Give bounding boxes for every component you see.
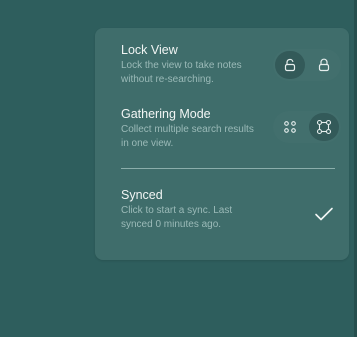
sync-row[interactable]: Synced Click to start a sync. Last synce…	[121, 188, 343, 232]
lock-view-toggle[interactable]	[273, 49, 341, 81]
gathering-mode-toggle[interactable]	[273, 111, 341, 143]
unlocked-icon	[284, 58, 296, 72]
synced-description: Click to start a sync. Last synced 0 min…	[121, 205, 233, 230]
divider	[121, 168, 335, 169]
synced-title: Synced	[121, 188, 163, 202]
lock-option[interactable]	[309, 51, 339, 79]
gathering-mode-description: Collect multiple search results in one v…	[121, 124, 254, 149]
connected-nodes-icon	[316, 119, 332, 135]
locked-icon	[318, 58, 330, 72]
connected-option[interactable]	[309, 113, 339, 141]
check-icon	[315, 207, 333, 221]
lock-view-description: Lock the view to take notes without re-s…	[121, 60, 242, 85]
separate-option[interactable]	[275, 113, 305, 141]
settings-panel: Lock View Lock the view to take notes wi…	[95, 28, 349, 260]
separate-nodes-icon	[284, 121, 296, 133]
unlock-option[interactable]	[275, 51, 305, 79]
